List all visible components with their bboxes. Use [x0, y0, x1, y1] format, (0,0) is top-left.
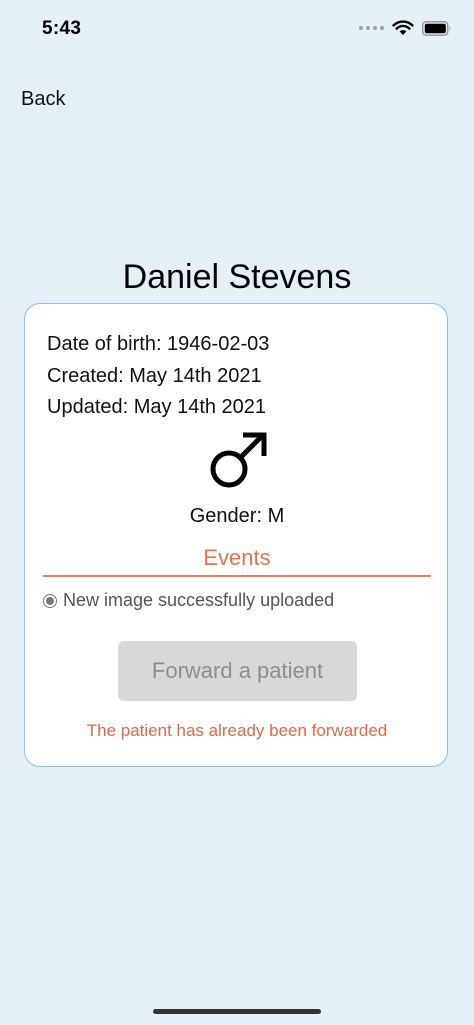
forward-patient-button[interactable]: Forward a patient: [118, 641, 357, 701]
forwarded-status-text: The patient has already been forwarded: [86, 721, 388, 740]
gender-label: Gender: M: [189, 505, 285, 527]
date-of-birth: Date of birth: 1946-02-03: [47, 333, 270, 355]
events-tab[interactable]: Events: [43, 545, 431, 577]
status-time: 5:43: [42, 18, 82, 39]
wifi-icon: [392, 20, 414, 35]
list-item[interactable]: New image successfully uploaded: [43, 590, 334, 611]
back-button[interactable]: Back: [21, 88, 65, 111]
created-date: Created: May 14th 2021: [47, 365, 262, 387]
patient-card: Date of birth: 1946-02-03 Created: May 1…: [24, 303, 448, 767]
status-bar: 5:43: [0, 0, 474, 60]
battery-icon: [422, 20, 451, 36]
event-label: New image successfully uploaded: [63, 590, 335, 610]
updated-date: Updated: May 14th 2021: [47, 396, 267, 418]
radio-selected-icon[interactable]: [43, 593, 57, 608]
status-icons: [359, 20, 452, 36]
cellular-signal-icon: [359, 26, 384, 30]
home-indicator[interactable]: [153, 1009, 321, 1014]
patient-name: Daniel Stevens: [122, 258, 352, 296]
male-symbol-icon: [210, 432, 267, 488]
